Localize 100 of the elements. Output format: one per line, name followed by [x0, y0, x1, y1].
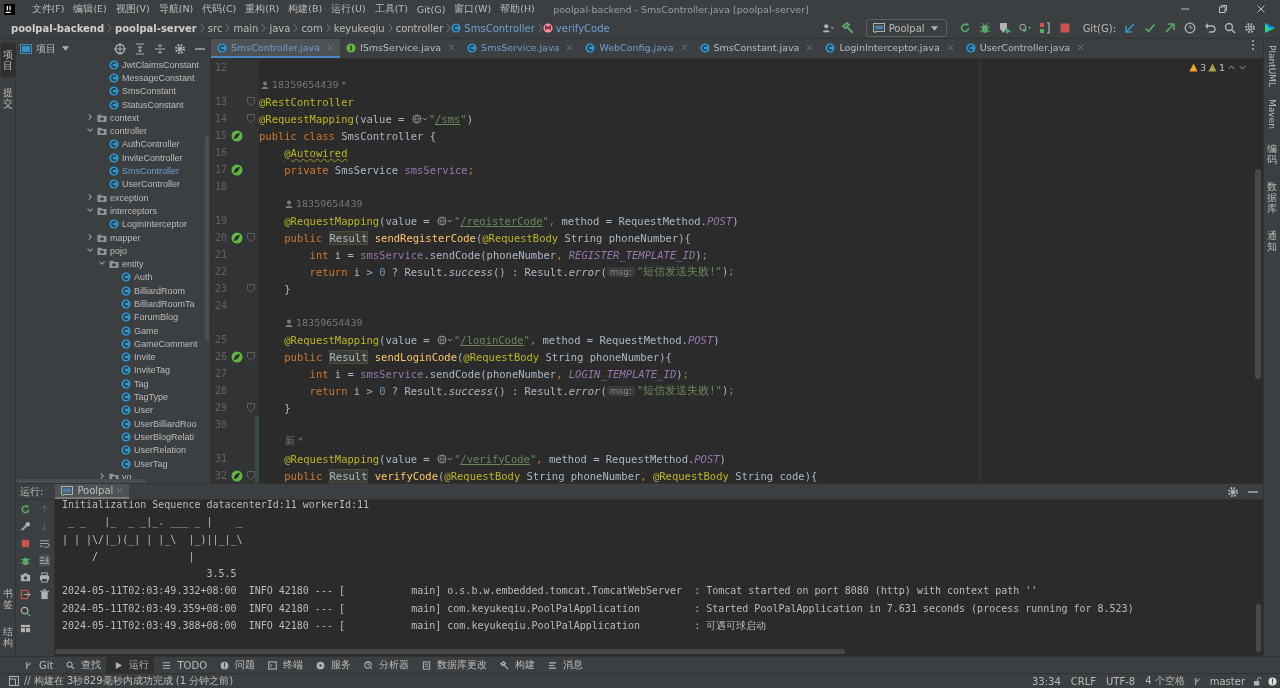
stop-icon[interactable]	[20, 538, 31, 549]
camera-icon[interactable]	[20, 572, 31, 583]
tool-window-tab[interactable]: 提交	[0, 81, 15, 115]
rerun-icon[interactable]	[958, 22, 971, 34]
menu-item[interactable]: Git(G)	[412, 3, 450, 15]
file-encoding[interactable]: UTF-8	[1106, 675, 1136, 687]
scrollbar[interactable]	[55, 649, 845, 654]
fold-icon[interactable]	[247, 403, 255, 412]
panel-toggle-icon[interactable]	[8, 675, 20, 687]
layout-icon[interactable]	[20, 623, 31, 634]
fold-icon[interactable]	[247, 97, 255, 106]
close-icon[interactable]	[946, 44, 954, 51]
breadcrumb[interactable]: poolpal-backend	[11, 22, 105, 34]
scrollbar[interactable]	[1256, 604, 1261, 652]
globe-icon[interactable]	[437, 215, 453, 226]
file-item[interactable]: UserTag	[134, 458, 168, 469]
file-item[interactable]: LoginInterceptor	[122, 219, 188, 230]
coverage-icon[interactable]	[998, 22, 1011, 34]
bean-icon[interactable]	[231, 350, 243, 363]
trash-icon[interactable]	[39, 589, 50, 600]
tool-window-tab[interactable]: 通知	[1267, 229, 1277, 252]
file-item[interactable]: JwtClaimsConstant	[122, 59, 200, 70]
editor-tab[interactable]: SmsService.java	[461, 39, 580, 58]
indent-setting[interactable]: 4 个空格	[1145, 674, 1185, 688]
folder-item[interactable]: exception	[110, 192, 149, 203]
stop-icon[interactable]	[1058, 22, 1071, 34]
bean-icon[interactable]	[231, 163, 243, 176]
file-item[interactable]: ForumBlog	[134, 312, 178, 323]
fold-icon[interactable]	[247, 233, 255, 242]
fold-icon[interactable]	[247, 114, 255, 123]
close-icon[interactable]	[566, 44, 574, 51]
tool-window-tab[interactable]: PlantUML	[1267, 45, 1277, 88]
caret-position[interactable]: 33:34	[1031, 675, 1061, 687]
tool-window-button[interactable]: 查找	[58, 657, 107, 673]
file-item[interactable]: StatusConstant	[122, 99, 184, 110]
chevron-down-icon[interactable]	[86, 205, 94, 214]
file-item[interactable]: UserBlogRelati	[134, 431, 195, 442]
settings-icon[interactable]	[174, 42, 186, 55]
check-icon[interactable]	[1144, 22, 1156, 34]
close-icon[interactable]	[448, 44, 456, 51]
menu-item[interactable]: 运行(U)	[326, 2, 371, 16]
line-ending[interactable]: CRLF	[1070, 675, 1097, 687]
tool-window-button[interactable]: TODO	[154, 657, 212, 673]
folder-item[interactable]: context	[110, 112, 140, 123]
file-item[interactable]: InviteTag	[134, 365, 171, 376]
file-item[interactable]: UserController	[122, 179, 181, 190]
chevron-down-icon[interactable]	[1238, 63, 1247, 72]
chevron-down-icon[interactable]	[86, 126, 94, 135]
tool-window-button[interactable]: 终端	[260, 657, 308, 673]
close-icon[interactable]	[680, 44, 688, 51]
breadcrumb[interactable]: poolpal-server	[115, 22, 197, 34]
file-item[interactable]: InviteController	[122, 152, 183, 163]
user-icon[interactable]	[821, 22, 834, 34]
expand-all-icon[interactable]	[134, 42, 146, 55]
menu-item[interactable]: 代码(C)	[197, 2, 241, 16]
breadcrumb[interactable]: controller	[395, 22, 444, 34]
clock-icon[interactable]	[1184, 22, 1196, 34]
author-hint[interactable]: 新 *	[285, 435, 303, 448]
code-editor[interactable]	[211, 59, 1263, 483]
file-item[interactable]: SmsController	[122, 166, 179, 176]
settings-icon[interactable]	[1227, 485, 1239, 498]
file-item[interactable]: User	[134, 405, 153, 416]
tool-window-button[interactable]: 运行	[106, 657, 155, 673]
warning-count[interactable]: 3	[1199, 62, 1206, 73]
folder-item[interactable]: entity	[122, 259, 144, 270]
tool-window-button[interactable]: 问题	[212, 657, 260, 673]
tool-window-button[interactable]: 服务	[308, 657, 356, 673]
folder-item[interactable]: controller	[110, 126, 147, 137]
lock-icon[interactable]	[1253, 676, 1262, 686]
file-item[interactable]: BilliardRoomTa	[134, 299, 195, 309]
chevron-right-icon[interactable]	[98, 471, 106, 480]
breadcrumb[interactable]: com	[301, 22, 323, 34]
author-hint[interactable]: 18359654439 *	[272, 79, 347, 90]
folder-item[interactable]: pojo	[110, 245, 127, 256]
warning-count[interactable]: 1	[1218, 62, 1225, 73]
fold-icon[interactable]	[247, 471, 255, 480]
close-icon[interactable]	[806, 44, 814, 51]
file-item[interactable]: SmsConstant	[122, 86, 177, 97]
menu-item[interactable]: 编辑(E)	[68, 2, 112, 16]
hammer-icon[interactable]	[841, 22, 854, 34]
caret-icon[interactable]	[62, 46, 69, 51]
tool-window-tab[interactable]: 项目	[0, 43, 15, 77]
arrow-up-right-icon[interactable]	[1164, 22, 1176, 34]
profiler-icon[interactable]	[1018, 22, 1031, 34]
file-item[interactable]: AuthController	[122, 139, 180, 150]
file-item[interactable]: UserBilliardRoo	[134, 418, 197, 429]
tool-window-tab[interactable]: 书签	[0, 582, 15, 616]
attach-debugger-icon[interactable]	[1038, 22, 1051, 34]
tool-window-button[interactable]: 分析器	[356, 657, 414, 673]
author-hint[interactable]: 18359654439	[296, 317, 363, 328]
editor-tab[interactable]: SmsConstant.java	[693, 39, 820, 58]
run-config-dropdown[interactable]: Poolpal	[865, 19, 947, 37]
file-item[interactable]: Invite	[134, 352, 156, 363]
tool-window-button[interactable]: 数据库更改	[414, 657, 492, 673]
menu-item[interactable]: 构建(B)	[283, 2, 327, 16]
settings-icon[interactable]	[1244, 22, 1256, 34]
fold-icon[interactable]	[247, 284, 255, 293]
tool-window-tab[interactable]: 编码	[1267, 142, 1277, 165]
menu-item[interactable]: 窗口(W)	[449, 2, 496, 16]
globe-icon[interactable]	[437, 334, 453, 345]
